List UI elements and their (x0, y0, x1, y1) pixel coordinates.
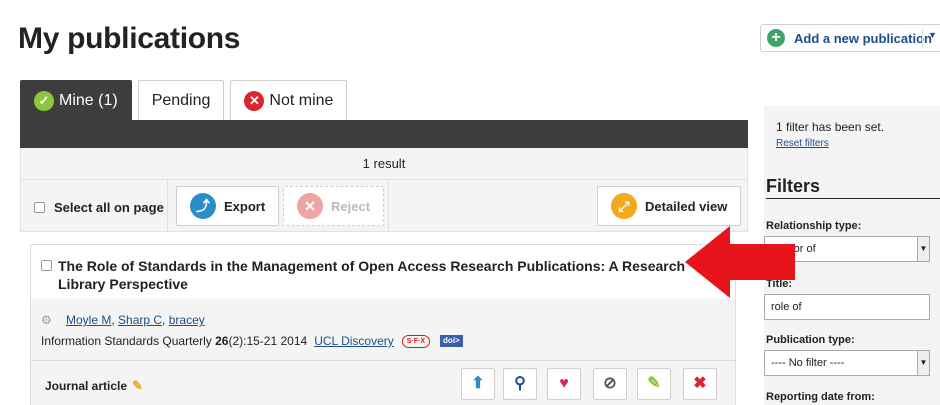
title-filter-label: Title: (766, 278, 793, 290)
tab-pending-label: Pending (151, 91, 211, 109)
relationship-label: Relationship type: (766, 220, 862, 232)
heart-icon: ♥ (559, 375, 569, 392)
select-all-label: Select all on page (54, 200, 164, 215)
filters-heading: Filters (766, 176, 821, 196)
author-link[interactable]: bracey (169, 313, 205, 327)
tab-content-bar (20, 120, 748, 148)
gear-icon: ⚙ (41, 312, 52, 327)
reject-label: Reject (331, 198, 371, 214)
search-button[interactable]: ⚲ (503, 368, 537, 400)
reporting-date-label: Reporting date from: (766, 391, 875, 403)
tab-mine[interactable]: ✓ Mine (1) (20, 80, 132, 120)
publication-type-label: Journal article (45, 379, 128, 393)
tab-not-mine[interactable]: ✕ Not mine (230, 80, 348, 120)
tab-not-mine-label: Not mine (269, 91, 334, 109)
tab-bar: ✓ Mine (1) Pending ✕ Not mine (20, 80, 353, 120)
upload-button[interactable]: ⬆ (461, 368, 495, 400)
select-all-checkbox[interactable]: Select all on page (34, 200, 164, 215)
publication-actions: Journal article ✎ ⬆ ⚲ ♥ ⊘ ✎ ✖ (31, 360, 735, 405)
publication-type-filter-label: Publication type: (766, 334, 855, 346)
chevron-down-icon: ▼ (917, 237, 929, 261)
volume: 26 (215, 334, 229, 348)
bulk-toolbar: Select all on page ⤴ Export ✕ Reject ⤢ D… (20, 180, 748, 232)
publication-type-select[interactable]: ---- No filter ---- ▼ (764, 350, 930, 376)
publication-details: ⚙ Moyle M, Sharp C, bracey Information S… (31, 299, 735, 405)
favourite-button[interactable]: ♥ (547, 368, 581, 400)
tab-pending[interactable]: Pending (137, 80, 225, 120)
publication-type-filter-value: ---- No filter ---- (771, 357, 845, 369)
reject-button[interactable]: ✕ Reject (283, 186, 385, 226)
results-count: 1 result (20, 148, 748, 180)
publication-title-text: The Role of Standards in the Management … (58, 258, 686, 292)
page-title: My publications (18, 22, 241, 55)
author-link[interactable]: Sharp C (118, 313, 162, 327)
reject-icon: ✕ (297, 193, 323, 219)
hide-button[interactable]: ⊘ (593, 368, 627, 400)
title-filter-value: role of (771, 301, 802, 313)
filters-underline (766, 198, 940, 199)
author-link[interactable]: Moyle M (66, 313, 111, 327)
reject-item-button[interactable]: ✖ (683, 368, 717, 400)
filter-sidebar: 1 filter has been set. Reset filters Fil… (764, 106, 940, 405)
relationship-value: Author of (771, 243, 816, 255)
journal-name: Information Standards Quarterly (41, 334, 212, 348)
publication-type: Journal article ✎ (45, 378, 143, 394)
filter-status: 1 filter has been set. (776, 120, 885, 134)
publication-title: The Role of Standards in the Management … (41, 257, 701, 293)
checkbox-icon[interactable] (34, 202, 45, 213)
button-divider (922, 29, 923, 49)
upload-icon: ⬆ (471, 375, 485, 392)
detailed-view-label: Detailed view (645, 198, 728, 214)
x-circle-icon: ✕ (244, 90, 265, 111)
chevron-down-icon: ▼ (917, 351, 929, 375)
check-circle-icon: ✓ (34, 90, 54, 111)
toolbar-divider (167, 180, 168, 232)
add-publication-label: Add a new publication (794, 30, 932, 46)
eye-slash-icon: ⊘ (603, 375, 617, 392)
edit-icon: ✎ (647, 375, 661, 392)
add-publication-button[interactable]: + Add a new publication ▼ (760, 24, 940, 52)
close-icon: ✖ (693, 375, 707, 392)
toolbar-divider (388, 180, 389, 232)
citation: Information Standards Quarterly 26 (2):15… (41, 334, 463, 348)
author-list: ⚙ Moyle M, Sharp C, bracey (41, 312, 205, 327)
publication-checkbox[interactable] (41, 260, 52, 271)
relationship-select[interactable]: Author of ▼ (764, 236, 930, 262)
expand-icon: ⤢ (611, 193, 637, 219)
publication-card: The Role of Standards in the Management … (30, 244, 736, 405)
tab-mine-label: Mine (1) (59, 91, 118, 109)
pencil-icon[interactable]: ✎ (132, 378, 143, 394)
export-label: Export (224, 198, 266, 214)
claim-button[interactable]: ✎ (637, 368, 671, 400)
chevron-down-icon[interactable]: ▼ (928, 30, 937, 40)
doi-icon[interactable]: doi> (440, 335, 463, 347)
reset-filters-link[interactable]: Reset filters (776, 138, 829, 149)
repository-link[interactable]: UCL Discovery (314, 334, 394, 348)
export-button[interactable]: ⤴ Export (176, 186, 280, 226)
export-icon: ⤴ (190, 193, 216, 219)
sfx-icon[interactable]: S·F·X (401, 334, 431, 348)
issue-pages: (2):15-21 2014 (228, 334, 308, 348)
search-icon: ⚲ (514, 375, 526, 392)
plus-icon: + (767, 29, 785, 47)
detailed-view-button[interactable]: ⤢ Detailed view (597, 186, 742, 226)
title-filter-input[interactable]: role of (764, 294, 930, 320)
